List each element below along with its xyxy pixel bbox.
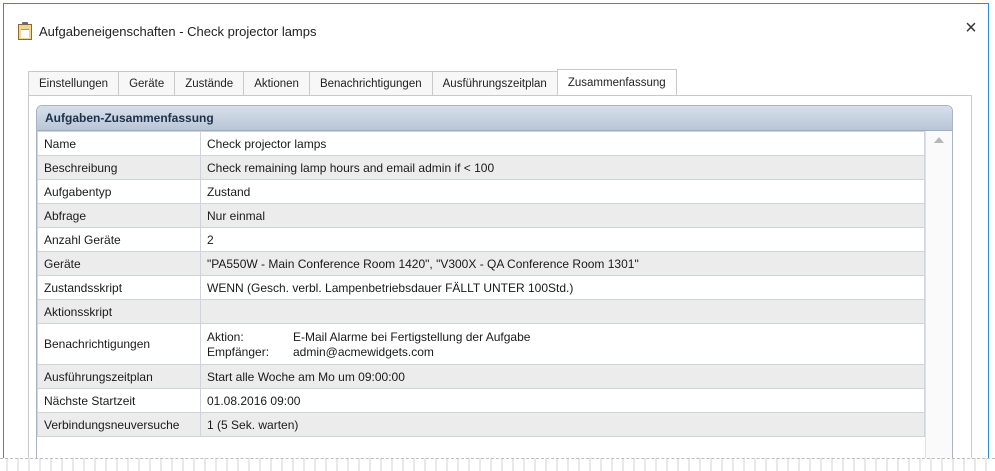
row-value: 01.08.2016 09:00 xyxy=(200,388,925,413)
row-label: Nächste Startzeit xyxy=(37,388,201,413)
row-label: Name xyxy=(37,131,201,156)
row-label: Geräte xyxy=(37,251,201,276)
close-icon[interactable]: × xyxy=(960,18,982,40)
row-label: Aktionsskript xyxy=(37,299,201,324)
row-value: Check remaining lamp hours and email adm… xyxy=(200,155,925,180)
recipient-value: admin@acmewidgets.com xyxy=(293,344,434,359)
table-row: Benachrichtigungen Aktion: E-Mail Alarme… xyxy=(37,323,925,365)
tab-zusammenfassung[interactable]: Zusammenfassung xyxy=(556,69,677,95)
row-value: Zustand xyxy=(200,179,925,204)
table-row: Ausführungszeitplan Start alle Woche am … xyxy=(37,364,925,389)
table-row: Abfrage Nur einmal xyxy=(37,203,925,228)
window-title: Aufgabeneigenschaften - Check projector … xyxy=(39,24,317,39)
row-label: Anzahl Geräte xyxy=(37,227,201,252)
table-row: Aufgabentyp Zustand xyxy=(37,179,925,204)
title-bar: Aufgabeneigenschaften - Check projector … xyxy=(4,4,988,56)
row-value: Check projector lamps xyxy=(200,131,925,156)
tab-zustaende[interactable]: Zustände xyxy=(174,71,245,95)
tab-aktionen[interactable]: Aktionen xyxy=(243,71,310,95)
row-label: Abfrage xyxy=(37,203,201,228)
action-label: Aktion: xyxy=(207,329,244,344)
row-label: Beschreibung xyxy=(37,155,201,180)
table-row: Geräte "PA550W - Main Conference Room 14… xyxy=(37,251,925,276)
summary-panel: Aufgaben-Zusammenfassung Name Check proj… xyxy=(36,105,953,466)
row-value xyxy=(200,299,925,324)
recipient-label: Empfänger: xyxy=(207,344,270,359)
vertical-scrollbar[interactable] xyxy=(925,131,952,465)
tab-bar: Einstellungen Geräte Zustände Aktionen B… xyxy=(28,69,677,96)
table-row: Nächste Startzeit 01.08.2016 09:00 xyxy=(37,388,925,413)
scroll-up-arrow-icon[interactable] xyxy=(934,137,944,143)
table-row: Verbindungsneuversuche 1 (5 Sek. warten) xyxy=(37,412,925,437)
row-value: "PA550W - Main Conference Room 1420", "V… xyxy=(200,251,925,276)
clipboard-icon xyxy=(18,22,32,40)
summary-table: Name Check projector lamps Beschreibung … xyxy=(37,131,925,437)
tab-benachrichtigungen[interactable]: Benachrichtigungen xyxy=(308,71,433,95)
row-label: Ausführungszeitplan xyxy=(37,364,201,389)
tab-ausfuehrungszeitplan[interactable]: Ausführungszeitplan xyxy=(431,71,558,95)
tab-geraete[interactable]: Geräte xyxy=(118,71,176,95)
row-value: Nur einmal xyxy=(200,203,925,228)
table-row: Name Check projector lamps xyxy=(37,131,925,156)
row-value: 2 xyxy=(200,227,925,252)
table-row: Zustandsskript WENN (Gesch. verbl. Lampe… xyxy=(37,275,925,300)
row-label: Zustandsskript xyxy=(37,275,201,300)
table-row: Beschreibung Check remaining lamp hours … xyxy=(37,155,925,180)
row-value: 1 (5 Sek. warten) xyxy=(200,412,925,437)
notification-value: Aktion: E-Mail Alarme bei Fertigstellung… xyxy=(200,323,925,365)
action-value: E-Mail Alarme bei Fertigstellung der Auf… xyxy=(293,329,531,344)
row-label: Benachrichtigungen xyxy=(37,323,201,365)
row-label: Aufgabentyp xyxy=(37,179,201,204)
torn-edge xyxy=(0,458,995,471)
row-value: WENN (Gesch. verbl. Lampenbetriebsdauer … xyxy=(200,275,925,300)
table-row: Anzahl Geräte 2 xyxy=(37,227,925,252)
summary-header: Aufgaben-Zusammenfassung xyxy=(37,106,952,131)
row-value: Start alle Woche am Mo um 09:00:00 xyxy=(200,364,925,389)
table-row: Aktionsskript xyxy=(37,299,925,324)
row-label: Verbindungsneuversuche xyxy=(37,412,201,437)
tab-einstellungen[interactable]: Einstellungen xyxy=(28,71,120,95)
